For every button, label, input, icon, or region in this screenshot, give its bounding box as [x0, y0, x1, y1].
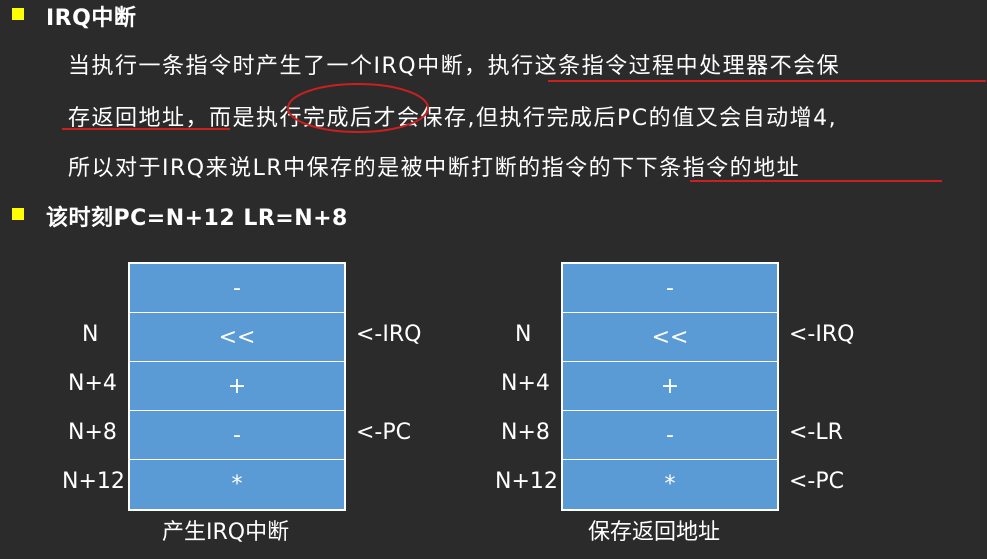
stack-cell: -	[130, 411, 344, 460]
annotation-underline	[690, 180, 942, 182]
pointer-label: <-PC	[356, 420, 411, 445]
bullet-square-icon	[12, 208, 24, 220]
paragraph-line-1: 当执行一条指令时产生了一个IRQ中断，执行这条指令过程中处理器不会保	[68, 54, 841, 79]
row-label: N+4	[68, 371, 117, 396]
pointer-label: <-LR	[789, 420, 843, 445]
stack-cell: <<	[130, 313, 344, 362]
stack-cell: -	[130, 264, 344, 313]
stack-cell: -	[563, 411, 777, 460]
row-label: N	[82, 322, 99, 347]
heading-registers: 该时刻PC=N+12 LR=N+8	[46, 206, 348, 231]
stack-cell: *	[130, 460, 344, 509]
stack-cell: *	[563, 460, 777, 509]
pointer-label: <-PC	[789, 469, 844, 494]
stack-cell: +	[563, 362, 777, 411]
row-label: N+12	[62, 469, 125, 494]
annotation-underline	[548, 80, 986, 82]
row-label: N+4	[501, 371, 550, 396]
row-label: N+8	[501, 420, 550, 445]
diagram-caption: 保存返回地址	[588, 520, 721, 545]
paragraph-line-3: 所以对于IRQ来说LR中保存的是被中断打断的指令的下下条指令的地址	[68, 156, 801, 181]
memory-stack-right: - << + - *	[561, 262, 779, 511]
heading-irq: IRQ中断	[46, 6, 137, 31]
diagram-caption: 产生IRQ中断	[162, 520, 290, 545]
row-label: N	[515, 322, 532, 347]
bullet-square-icon	[12, 8, 24, 20]
annotation-circle	[287, 83, 429, 133]
memory-stack-left: - << + - *	[128, 262, 346, 511]
row-label: N+8	[68, 420, 117, 445]
row-label: N+12	[495, 469, 558, 494]
stack-cell: -	[563, 264, 777, 313]
stack-cell: <<	[563, 313, 777, 362]
pointer-label: <-IRQ	[356, 322, 422, 347]
pointer-label: <-IRQ	[789, 322, 855, 347]
stack-cell: +	[130, 362, 344, 411]
annotation-underline	[62, 128, 230, 130]
